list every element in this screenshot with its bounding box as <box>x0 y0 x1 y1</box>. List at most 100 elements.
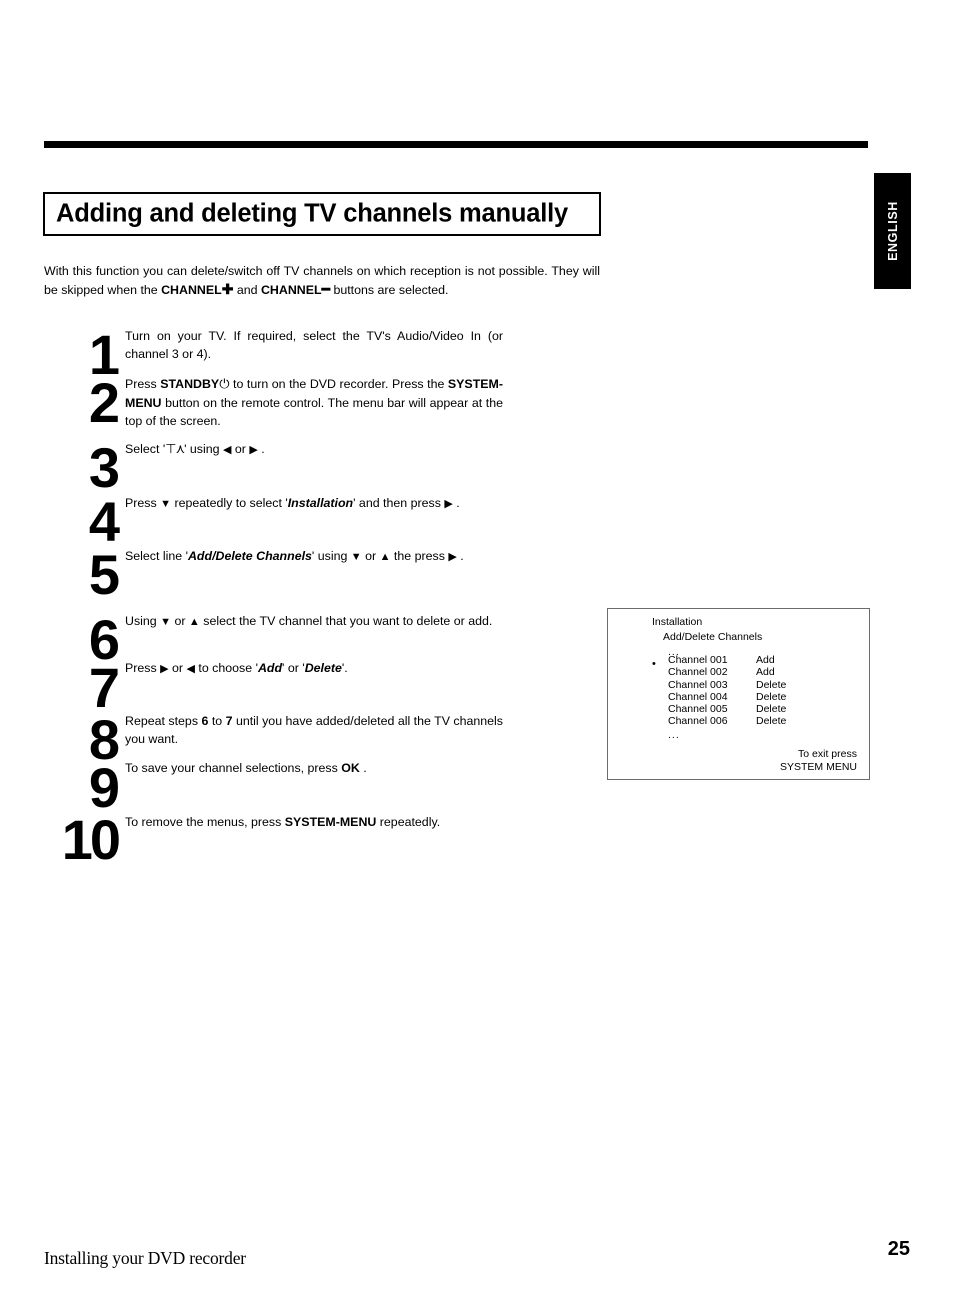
tv-channel-name: Channel 006 <box>668 715 728 728</box>
tv-exit-line2: SYSTEM MENU <box>779 760 857 773</box>
tv-channel-name: Channel 005 <box>668 703 728 716</box>
tv-channel-name: Channel 004 <box>668 690 728 703</box>
step-5-part3: or <box>361 549 380 563</box>
step-text-5: Select line 'Add/Delete Channels' using … <box>125 547 503 566</box>
tv-channel-row: Channel 004 Delete <box>668 691 868 703</box>
step-text-6: Using ▼ or ▲ select the TV channel that … <box>125 612 503 631</box>
arrow-up-icon: ▲ <box>379 551 391 563</box>
step-7-part5: '. <box>341 661 348 675</box>
arrow-right-icon: ▶ <box>448 551 457 563</box>
tv-channel-row: Channel 001 Add <box>668 654 868 666</box>
step-text-7: Press ▶ or ◀ to choose 'Add' or 'Delete'… <box>125 659 503 678</box>
tv-channel-row: Channel 002 Add <box>668 666 868 678</box>
page-title-box: Adding and deleting TV channels manually <box>43 192 601 236</box>
tv-channel-row: Channel 003 Delete <box>668 679 868 691</box>
tv-channel-action: Delete <box>756 690 787 703</box>
add-delete-channels-label: Add/Delete Channels <box>187 549 312 563</box>
step-10-part2: repeatedly. <box>376 815 441 829</box>
tv-selection-bullet: • <box>652 658 656 670</box>
arrow-right-icon: ▶ <box>444 498 453 510</box>
arrow-up-icon: ▲ <box>188 616 200 628</box>
step-4-part4: . <box>452 496 460 510</box>
step-3-part4: . <box>257 442 265 456</box>
step-7-part1: Press <box>125 661 161 675</box>
step-text-2: Press STANDBY⏻ to turn on the DVD record… <box>125 375 503 430</box>
step-10-part1: To remove the menus, press <box>125 815 285 829</box>
arrow-left-icon: ◀ <box>186 663 195 675</box>
footer-section-title: Installing your DVD recorder <box>44 1248 246 1268</box>
delete-option-label: Delete <box>304 661 342 675</box>
intro-text-suffix: buttons are selected. <box>330 283 449 297</box>
page-title: Adding and deleting TV channels manually <box>56 199 568 228</box>
intro-text-mid: and <box>233 283 261 297</box>
step-number-10: 10 <box>61 808 121 871</box>
step-2-part1: Press <box>125 377 161 391</box>
language-tab: ENGLISH <box>874 173 911 289</box>
channel-minus-label: CHANNEL <box>260 283 322 297</box>
step-3-part1: Select ' <box>125 442 166 456</box>
intro-paragraph: With this function you can delete/switch… <box>44 262 600 299</box>
step-2-part3: button on the remote control. The menu b… <box>125 396 503 428</box>
tv-channel-name: Channel 002 <box>668 666 728 679</box>
tv-channel-row: Channel 005 Delete <box>668 703 868 715</box>
arrow-right-icon: ▶ <box>160 663 169 675</box>
tv-channel-action: Delete <box>756 678 787 691</box>
system-menu-button-label: SYSTEM-MENU <box>284 815 377 829</box>
page-number: 25 <box>887 1238 910 1260</box>
step-2-part2: to turn on the DVD recorder. Press the <box>229 377 448 391</box>
step-5-part5: . <box>456 549 464 563</box>
step-4-part3: ' and then press <box>353 496 445 510</box>
step-3-part3: or <box>231 442 250 456</box>
step-9-part1: To save your channel selections, press <box>125 761 342 775</box>
tv-channel-action: Add <box>756 666 775 679</box>
step-text-1: Turn on your TV. If required, select the… <box>125 327 503 363</box>
header-rule <box>44 141 868 148</box>
tv-channel-name: Channel 003 <box>668 678 728 691</box>
arrow-down-icon: ▼ <box>350 551 362 563</box>
step-number-3: 3 <box>88 436 120 499</box>
step-text-4: Press ▼ repeatedly to select 'Installati… <box>125 494 503 513</box>
step-7-part4: ' or ' <box>282 661 305 675</box>
tv-menu-title: Installation <box>652 616 703 628</box>
step-6-part3: select the TV channel that you want to d… <box>199 614 493 628</box>
tv-channel-action: Add <box>756 654 775 666</box>
step-4-part2: repeatedly to select ' <box>171 496 288 510</box>
standby-button-label: STANDBY <box>160 377 220 391</box>
step-3-part2: ' using <box>184 442 223 456</box>
step-5-part2: ' using <box>311 549 351 563</box>
tv-ellipsis-bottom: ... <box>668 729 680 741</box>
tv-exit-hint: To exit press SYSTEM MENU <box>780 748 857 773</box>
language-tab-label: ENGLISH <box>885 201 900 261</box>
step-number-4: 4 <box>88 490 120 553</box>
add-option-label: Add <box>257 661 283 675</box>
tv-channel-list: Channel 001 Add Channel 002 Add Channel … <box>668 654 868 728</box>
step-8-part1: Repeat steps <box>125 714 202 728</box>
tv-exit-line1: To exit press <box>798 748 857 760</box>
step-1-text: Turn on your TV. If required, select the… <box>125 329 503 361</box>
tv-screen-mockup: Installation Add/Delete Channels ... • C… <box>607 608 870 780</box>
step-5-part4: the press <box>390 549 449 563</box>
step-text-10: To remove the menus, press SYSTEM-MENU r… <box>125 813 503 831</box>
setup-tools-icon: ⊤⋏ <box>165 442 185 457</box>
step-8-part2: to <box>208 714 226 728</box>
minus-icon: ━ <box>321 281 330 297</box>
step-ref-7: 7 <box>225 714 233 728</box>
power-icon: ⏻ <box>219 377 230 392</box>
tv-channel-action: Delete <box>756 703 787 716</box>
step-6-part1: Using <box>125 614 161 628</box>
plus-icon: ✚ <box>221 281 234 297</box>
step-text-3: Select '⊤⋏' using ◀ or ▶ . <box>125 440 503 459</box>
step-number-2: 2 <box>88 371 120 434</box>
step-7-part3: to choose ' <box>194 661 258 675</box>
channel-plus-label: CHANNEL <box>161 283 222 297</box>
step-number-5: 5 <box>88 543 120 606</box>
step-5-part1: Select line ' <box>125 549 188 563</box>
ok-button-label: OK <box>341 761 360 775</box>
step-7-part2: or <box>168 661 187 675</box>
tv-channel-row: Channel 006 Delete <box>668 715 868 727</box>
step-4-part1: Press <box>125 496 161 510</box>
arrow-down-icon: ▼ <box>160 498 172 510</box>
arrow-right-icon: ▶ <box>249 444 258 456</box>
step-9-part2: . <box>359 761 367 775</box>
step-text-9: To save your channel selections, press O… <box>125 759 503 777</box>
